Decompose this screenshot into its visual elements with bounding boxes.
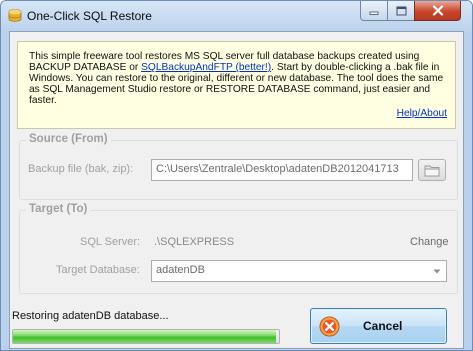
backup-file-input[interactable]: C:\Users\Zentrale\Desktop\adatenDB201204… (151, 159, 413, 181)
restore-progress-bar (12, 329, 280, 344)
cancel-icon (319, 316, 340, 337)
chevron-down-icon (433, 269, 441, 273)
sqlbackupandftp-link[interactable]: SQLBackupAndFTP (better!) (141, 62, 271, 73)
status-text: Restoring adatenDB database... (12, 310, 169, 322)
target-legend: Target (To) (26, 203, 91, 215)
help-about-link[interactable]: Help/About (397, 108, 447, 119)
maximize-icon (396, 6, 406, 15)
window-title: One-Click SQL Restore (27, 9, 152, 23)
progress-fill (13, 330, 277, 343)
dialog-body: This simple freeware tool restores MS SQ… (9, 31, 464, 349)
minimize-icon (369, 11, 379, 15)
target-database-label: Target Database: (56, 264, 140, 276)
database-icon (8, 9, 22, 22)
backup-file-value: C:\Users\Zentrale\Desktop\adatenDB201204… (156, 163, 399, 175)
minimize-button[interactable] (360, 1, 388, 21)
cancel-label: Cancel (363, 319, 403, 333)
title-bar[interactable]: One-Click SQL Restore (1, 1, 472, 31)
close-icon (432, 5, 443, 16)
app-window: One-Click SQL Restore This simple freewa… (0, 0, 473, 351)
target-database-value: adatenDB (156, 264, 205, 276)
folder-icon (424, 165, 440, 176)
source-group: Source (From) Backup file (bak, zip): C:… (19, 133, 458, 200)
target-database-combo[interactable]: adatenDB (151, 260, 447, 282)
change-server-link[interactable]: Change (410, 236, 449, 248)
source-legend: Source (From) (26, 133, 111, 145)
dropdown-toggle[interactable] (429, 262, 445, 280)
cancel-button[interactable]: Cancel (310, 308, 447, 344)
info-panel: This simple freeware tool restores MS SQ… (17, 41, 456, 129)
target-group: Target (To) SQL Server: .\SQLEXPRESS Cha… (19, 203, 458, 294)
maximize-button[interactable] (387, 1, 415, 21)
browse-button[interactable] (418, 159, 446, 181)
sql-server-value: .\SQLEXPRESS (154, 236, 235, 248)
close-button[interactable] (414, 1, 461, 21)
backup-file-label: Backup file (bak, zip): (28, 163, 134, 175)
sql-server-label: SQL Server: (80, 236, 141, 248)
